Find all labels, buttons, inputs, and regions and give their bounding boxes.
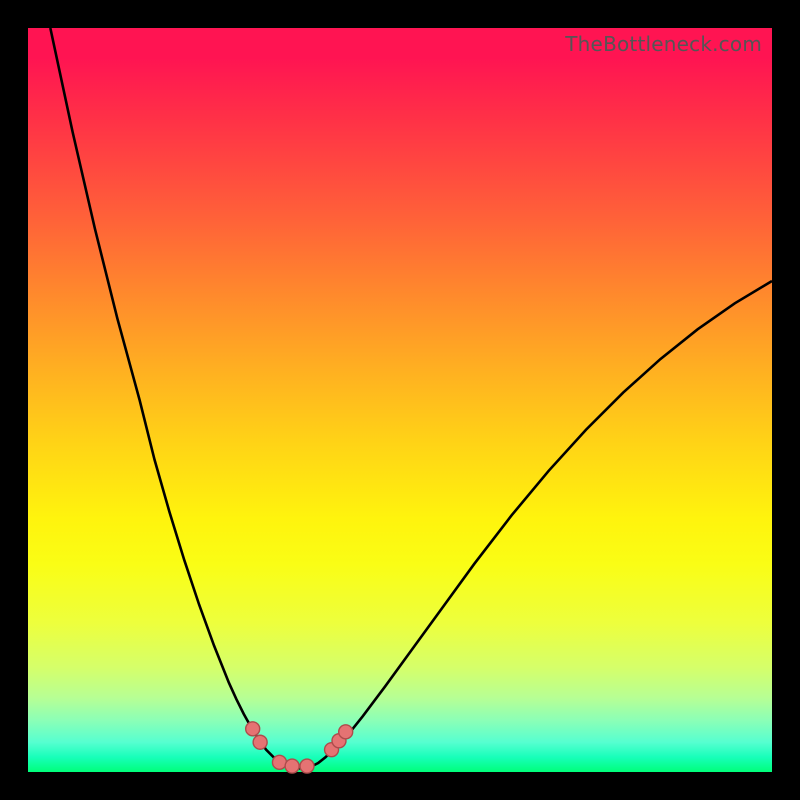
data-marker	[300, 759, 314, 773]
chart-frame: TheBottleneck.com	[0, 0, 800, 800]
marker-layer	[246, 722, 353, 773]
curve-layer	[28, 28, 772, 772]
data-marker	[285, 759, 299, 773]
gradient-plot-area: TheBottleneck.com	[28, 28, 772, 772]
data-marker	[272, 755, 286, 769]
data-marker	[246, 722, 260, 736]
bottleneck-curve	[50, 28, 772, 768]
data-marker	[253, 735, 267, 749]
data-marker	[339, 725, 353, 739]
